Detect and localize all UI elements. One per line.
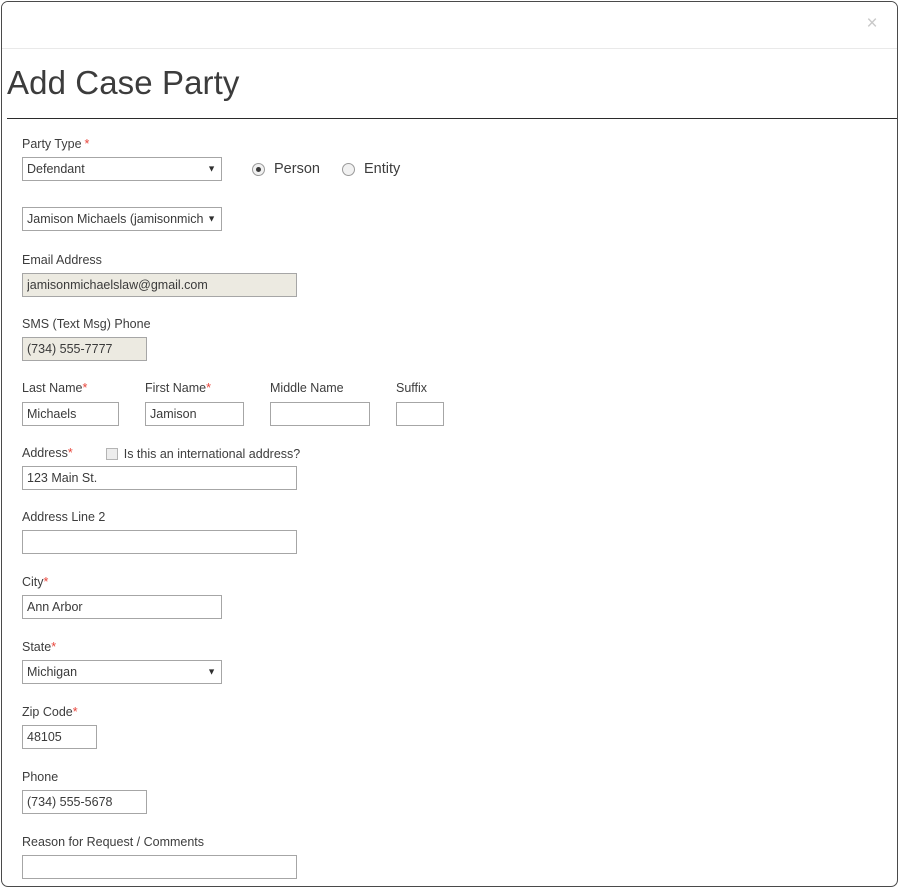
zip-field[interactable] bbox=[22, 725, 97, 749]
phone-block: Phone bbox=[22, 770, 897, 814]
name-row: Last Name* First Name* Middle Name Suffi… bbox=[22, 381, 897, 426]
international-address-label: Is this an international address? bbox=[123, 446, 301, 461]
last-name-block: Last Name* bbox=[22, 381, 119, 426]
state-label-text: State bbox=[22, 640, 52, 654]
address2-block: Address Line 2 bbox=[22, 510, 897, 554]
person-select-block: Jamison Michaels (jamisonmicha ▼ bbox=[22, 207, 897, 231]
first-name-field[interactable] bbox=[145, 402, 244, 426]
modal-header-bar: × bbox=[2, 2, 897, 49]
person-select-wrap: Jamison Michaels (jamisonmicha ▼ bbox=[22, 207, 222, 231]
middle-name-block: Middle Name bbox=[270, 381, 370, 426]
address2-field[interactable] bbox=[22, 530, 297, 554]
party-type-select[interactable]: Defendant bbox=[22, 157, 222, 181]
radio-person-indicator[interactable] bbox=[252, 162, 265, 176]
first-name-block: First Name* bbox=[145, 381, 244, 426]
zip-block: Zip Code* bbox=[22, 705, 897, 749]
first-name-required-mark: * bbox=[206, 381, 211, 395]
first-name-label: First Name* bbox=[145, 381, 244, 396]
last-name-label-text: Last Name bbox=[22, 381, 83, 395]
state-required-mark: * bbox=[51, 640, 57, 654]
state-select[interactable]: Michigan bbox=[22, 660, 222, 684]
address-block: Address* Is this an international addres… bbox=[22, 446, 897, 490]
address-label-text: Address bbox=[22, 446, 68, 460]
state-select-wrap: Michigan ▼ bbox=[22, 660, 222, 684]
party-type-block: Party Type * Defendant ▼ Person Entity bbox=[22, 137, 897, 181]
reason-label: Reason for Request / Comments bbox=[22, 835, 205, 849]
radio-person-label: Person bbox=[274, 161, 320, 177]
middle-name-label: Middle Name bbox=[270, 381, 344, 395]
person-select[interactable]: Jamison Michaels (jamisonmicha bbox=[22, 207, 222, 231]
suffix-field[interactable] bbox=[396, 402, 444, 426]
party-type-required-mark: * bbox=[84, 137, 90, 151]
radio-person[interactable]: Person bbox=[252, 161, 320, 177]
last-name-required-mark: * bbox=[82, 381, 88, 395]
reason-field[interactable] bbox=[22, 855, 297, 879]
page-title: Add Case Party bbox=[7, 64, 240, 101]
city-label-text: City bbox=[22, 575, 44, 589]
party-kind-radio-group: Person Entity bbox=[252, 161, 422, 177]
party-type-label-text: Party Type bbox=[22, 137, 82, 151]
address2-label: Address Line 2 bbox=[22, 510, 106, 524]
sms-phone-label: SMS (Text Msg) Phone bbox=[22, 317, 151, 331]
middle-name-field[interactable] bbox=[270, 402, 370, 426]
address-label: Address* bbox=[22, 446, 73, 461]
address-required-mark: * bbox=[67, 446, 73, 460]
add-case-party-modal: × Add Case Party Party Type * Defendant ▼ bbox=[1, 1, 898, 887]
city-block: City* bbox=[22, 575, 897, 619]
first-name-label-text: First Name bbox=[145, 381, 207, 395]
address-field[interactable] bbox=[22, 466, 297, 490]
checkbox-icon[interactable] bbox=[105, 447, 118, 460]
city-field[interactable] bbox=[22, 595, 222, 619]
phone-label: Phone bbox=[22, 770, 59, 784]
city-label: City* bbox=[22, 575, 897, 590]
zip-required-mark: * bbox=[72, 705, 78, 719]
case-party-form: Party Type * Defendant ▼ Person Entity J… bbox=[2, 119, 897, 879]
sms-phone-block: SMS (Text Msg) Phone bbox=[22, 317, 897, 361]
radio-entity[interactable]: Entity bbox=[341, 161, 401, 177]
close-icon[interactable]: × bbox=[861, 13, 883, 35]
party-type-select-wrap: Defendant ▼ bbox=[22, 157, 222, 181]
party-type-label: Party Type * bbox=[22, 137, 897, 152]
party-type-row: Defendant ▼ Person Entity bbox=[22, 157, 897, 181]
address-header-row: Address* Is this an international addres… bbox=[22, 446, 897, 461]
modal-title-section: Add Case Party bbox=[2, 49, 897, 119]
zip-label: Zip Code* bbox=[22, 705, 897, 720]
state-block: State* Michigan ▼ bbox=[22, 640, 897, 684]
last-name-label: Last Name* bbox=[22, 381, 119, 396]
email-field[interactable] bbox=[22, 273, 297, 297]
suffix-block: Suffix bbox=[396, 381, 444, 426]
email-label: Email Address bbox=[22, 253, 102, 267]
sms-phone-field[interactable] bbox=[22, 337, 147, 361]
zip-label-text: Zip Code bbox=[22, 705, 73, 719]
radio-entity-label: Entity bbox=[363, 161, 401, 177]
phone-field[interactable] bbox=[22, 790, 147, 814]
city-required-mark: * bbox=[43, 575, 49, 589]
international-address-checkbox[interactable]: Is this an international address? bbox=[105, 446, 301, 461]
last-name-field[interactable] bbox=[22, 402, 119, 426]
state-label: State* bbox=[22, 640, 897, 655]
radio-entity-indicator[interactable] bbox=[341, 162, 355, 176]
reason-block: Reason for Request / Comments bbox=[22, 835, 897, 879]
email-block: Email Address bbox=[22, 253, 897, 297]
suffix-label: Suffix bbox=[396, 381, 428, 395]
